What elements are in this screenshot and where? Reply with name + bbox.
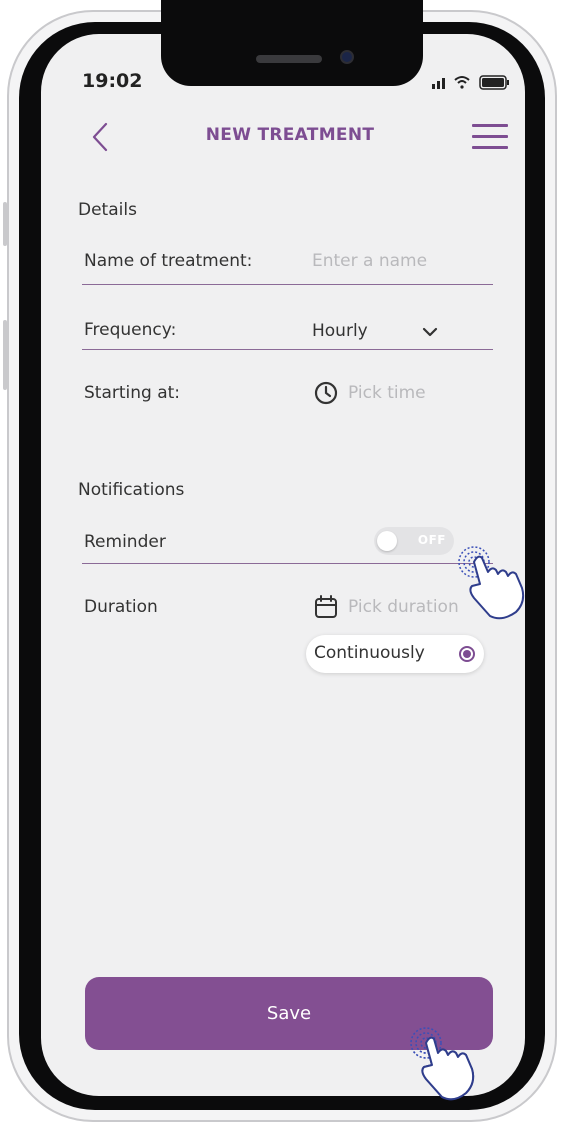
tap-gesture-hand-icon (458, 546, 525, 620)
calendar-icon[interactable] (313, 594, 339, 620)
frequency-label: Frequency: (84, 320, 177, 340)
toggle-state-text: OFF (417, 533, 446, 547)
reminder-label: Reminder (84, 532, 166, 552)
reminder-toggle[interactable]: OFF (374, 527, 454, 555)
notch (161, 0, 423, 86)
duration-label: Duration (84, 597, 158, 617)
status-icons (432, 75, 509, 90)
side-button (3, 320, 7, 390)
clock-icon[interactable] (314, 381, 338, 405)
radio-button[interactable] (459, 646, 475, 662)
tap-gesture-hand-icon (410, 1027, 475, 1101)
wifi-icon (454, 76, 470, 89)
hamburger-menu-icon[interactable] (472, 121, 508, 151)
side-button (3, 202, 7, 246)
back-chevron-icon[interactable] (86, 120, 116, 154)
starting-label: Starting at: (84, 383, 181, 403)
signal-icon (432, 78, 445, 89)
page-title: NEW TREATMENT (205, 125, 375, 145)
pick-time-input[interactable]: Pick time (348, 383, 426, 403)
name-label: Name of treatment: (84, 251, 253, 271)
toggle-knob (377, 531, 397, 551)
frequency-divider (82, 349, 493, 350)
name-input[interactable]: Enter a name (312, 251, 427, 271)
details-section-title: Details (78, 200, 137, 220)
camera (340, 50, 354, 64)
name-divider (82, 284, 493, 285)
reminder-divider (82, 563, 493, 564)
chevron-down-icon[interactable] (421, 326, 439, 338)
continuously-option[interactable]: Continuously (306, 635, 484, 673)
notifications-section-title: Notifications (78, 480, 185, 500)
status-time: 19:02 (82, 70, 143, 92)
battery-icon (479, 75, 509, 90)
continuously-label: Continuously (314, 643, 425, 663)
frequency-select[interactable]: Hourly (312, 321, 368, 341)
speaker (256, 55, 322, 63)
